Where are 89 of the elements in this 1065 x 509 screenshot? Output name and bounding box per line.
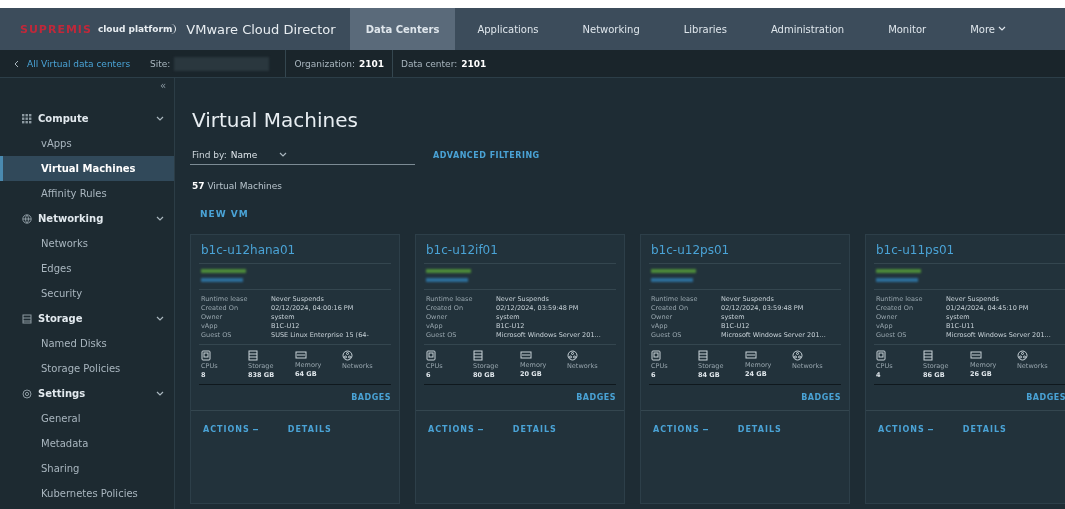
memory-icon [745,350,757,360]
sidebar-section[interactable]: Storage [0,306,174,331]
nav-tab[interactable]: Networking [560,8,662,50]
chevron-down-icon [997,26,1006,32]
sidebar-section[interactable]: Settings [0,381,174,406]
chevron-down-icon [279,152,288,158]
cpu-icon [651,350,661,361]
sidebar-item[interactable]: General [0,406,174,431]
vm-name-link[interactable]: b1c-u11ps01 [874,235,1065,264]
blurred-status [426,269,471,273]
memory-icon [520,350,532,360]
chevron-down-icon [156,115,164,122]
nav-tab[interactable]: Data Centers [349,8,456,50]
sidebar-item[interactable]: Security [0,281,174,306]
cpu-icon [426,350,436,361]
sidebar-item[interactable]: Networks [0,231,174,256]
nav-tab[interactable]: Applications [455,8,561,50]
back-link[interactable]: All Virtual data centers [0,58,151,69]
blurred-status [651,269,696,273]
dash-icon [927,428,933,431]
find-by-dropdown[interactable]: Find by: Name [190,146,415,165]
storage-icon [923,350,933,361]
badges-link[interactable]: BADGES [351,385,391,410]
dash-icon [477,428,483,431]
details-button[interactable]: DETAILS [737,425,782,434]
actions-button[interactable]: ACTIONS [878,425,933,434]
storage-icon [22,313,32,324]
sidebar-item[interactable]: Metadata [0,431,174,456]
sidebar-item[interactable]: vApps [0,131,174,156]
nav-tab[interactable]: Libraries [661,8,749,50]
vm-count: 57 Virtual Machines [192,181,284,191]
sidebar-item[interactable]: Virtual Machines [0,156,174,181]
details-button[interactable]: DETAILS [962,425,1007,434]
organization-label: Organization: [294,58,355,69]
collapse-button[interactable]: « [159,80,166,106]
chevron-down-icon [156,215,164,222]
site-label: Site: [150,58,171,69]
badges-link[interactable]: BADGES [801,385,841,410]
globe-icon [22,213,32,224]
blurred-status [201,269,246,273]
organization-value: 2101 [358,58,385,69]
badges-link[interactable]: BADGES [576,385,616,410]
sidebar-item[interactable]: Affinity Rules [0,181,174,206]
back-icon [14,59,19,68]
network-icon [342,350,353,361]
memory-icon [295,350,307,360]
actions-button[interactable]: ACTIONS [203,425,258,434]
sidebar-item[interactable]: Named Disks [0,331,174,356]
vm-name-link[interactable]: b1c-u12if01 [424,235,616,264]
nav-tab[interactable]: Administration [748,8,867,50]
cpu-icon [201,350,211,361]
app-title: VMware Cloud Director [186,21,336,37]
datacenter-label: Data center: [401,58,458,69]
network-icon [1017,350,1028,361]
cpu-icon [876,350,886,361]
platform-name: cloud platform [97,24,177,34]
storage-icon [473,350,483,361]
page-title: Virtual Machines [192,108,359,132]
network-icon [792,350,803,361]
actions-button[interactable]: ACTIONS [653,425,708,434]
grid-icon [22,113,32,124]
sidebar-item[interactable]: Sharing [0,456,174,481]
advanced-filtering-link[interactable]: ADVANCED FILTERING [433,151,540,160]
brand-logo: SUPREMIS [20,22,92,36]
badges-link[interactable]: BADGES [1026,385,1065,410]
vm-name-link[interactable]: b1c-u12hana01 [199,235,391,264]
gear-icon [22,388,32,399]
network-icon [567,350,578,361]
sidebar-item[interactable]: Edges [0,256,174,281]
details-button[interactable]: DETAILS [287,425,332,434]
sidebar-item[interactable]: Storage Policies [0,356,174,381]
new-vm-button[interactable]: NEW VM [192,205,257,223]
nav-tab[interactable]: More [948,8,1028,50]
blurred-status [876,269,921,273]
actions-button[interactable]: ACTIONS [428,425,483,434]
storage-icon [698,350,708,361]
storage-icon [248,350,258,361]
datacenter-value: 2101 [461,58,487,69]
nav-tab[interactable]: Monitor [866,8,949,50]
dash-icon [702,428,708,431]
chevron-down-icon [156,390,164,397]
memory-icon [970,350,982,360]
details-button[interactable]: DETAILS [512,425,557,434]
dash-icon [252,428,258,431]
sidebar-item[interactable]: Kubernetes Policies [0,481,174,506]
vm-name-link[interactable]: b1c-u12ps01 [649,235,841,264]
sidebar-section[interactable]: Networking [0,206,174,231]
chevron-down-icon [156,315,164,322]
sidebar-section[interactable]: Compute [0,106,174,131]
